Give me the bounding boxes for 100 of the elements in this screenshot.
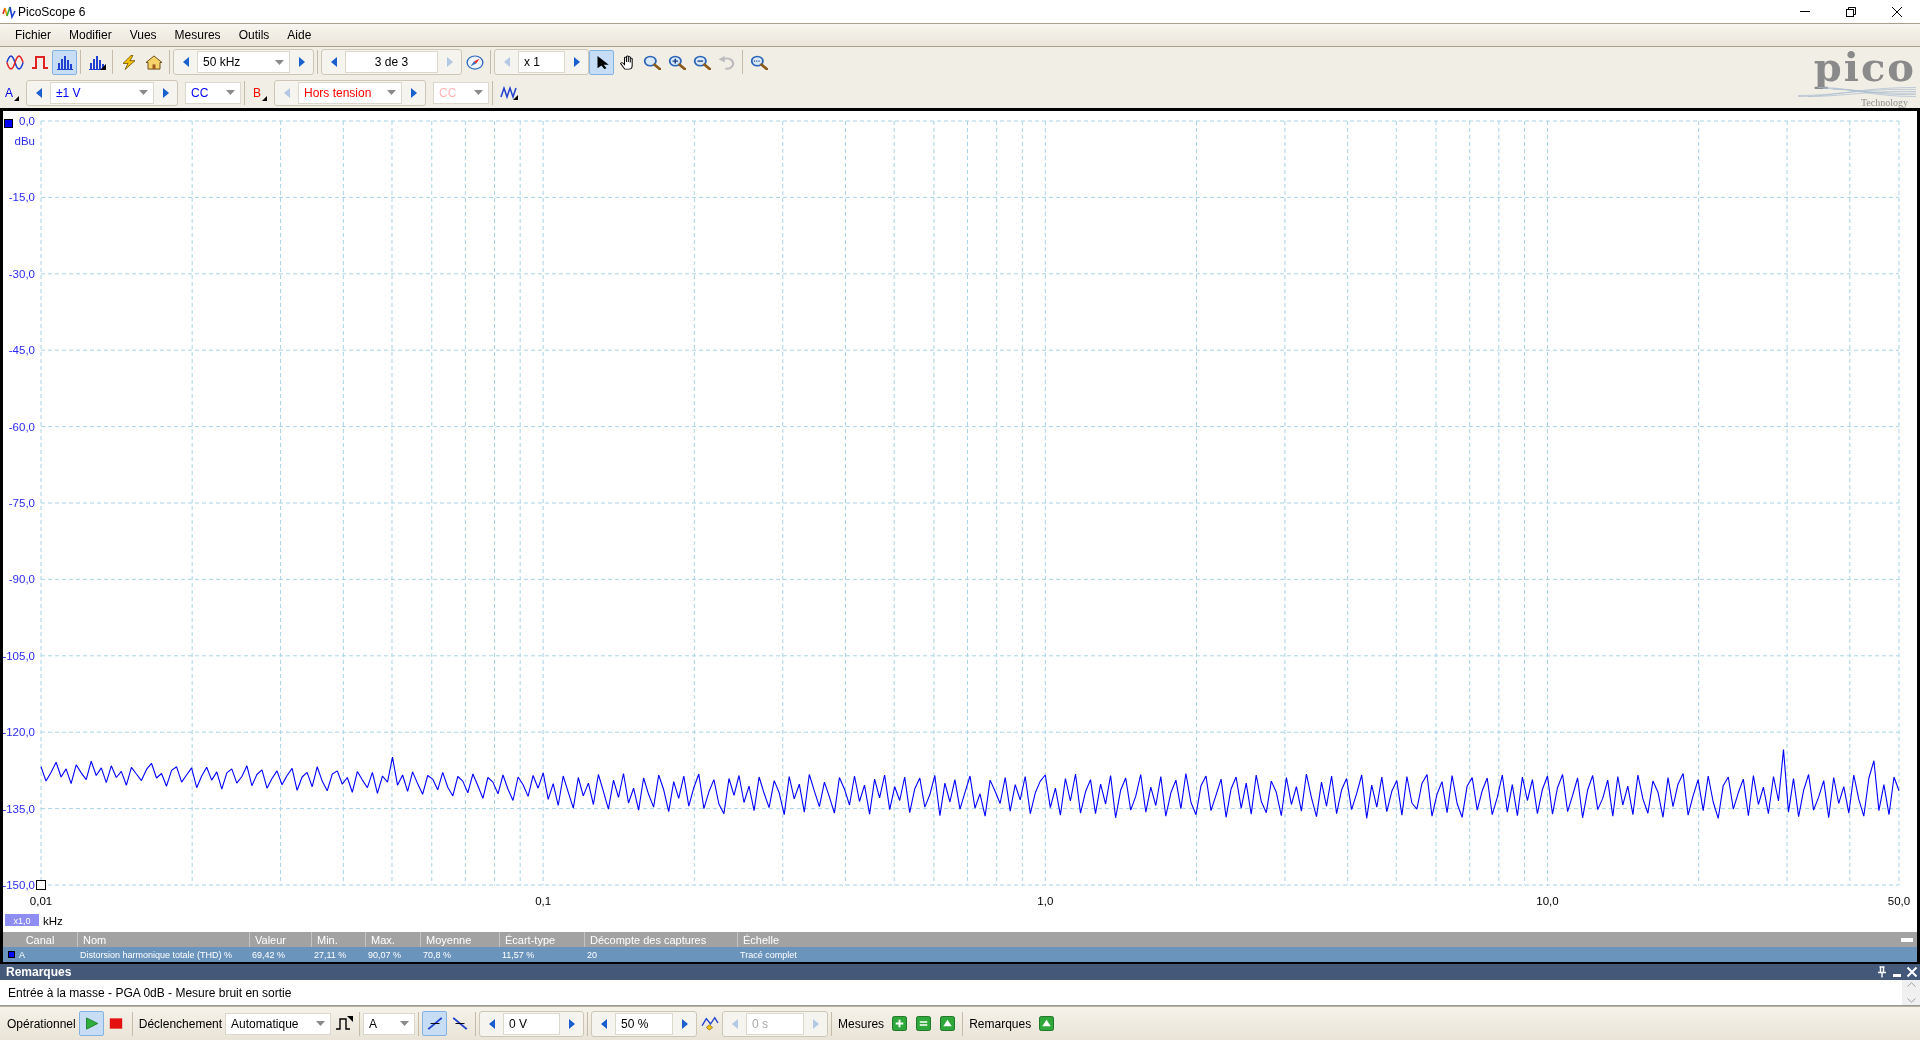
close-panel-button[interactable] xyxy=(1906,966,1918,978)
magnifier-icon xyxy=(749,54,768,70)
dropdown-caret-icon xyxy=(400,1021,410,1026)
up-chevron-icon xyxy=(1906,982,1916,987)
threshold-field[interactable]: 0 V xyxy=(503,1012,561,1035)
trigger-mode-dropdown[interactable]: Automatique xyxy=(225,1012,332,1035)
y-axis-label: -75,0 xyxy=(8,497,35,509)
close-icon xyxy=(1892,6,1902,17)
table-cell: 69,42 % xyxy=(252,949,286,960)
left-caret-icon xyxy=(330,57,337,67)
capture-index-field[interactable]: 3 de 3 xyxy=(345,51,438,73)
y-axis-label: -30,0 xyxy=(8,267,35,280)
plus-icon xyxy=(891,1016,907,1031)
logo-wordmark: pico xyxy=(1813,47,1916,87)
corner-triangle-icon xyxy=(14,95,19,101)
column-header: Max. xyxy=(371,933,395,946)
left-caret-icon xyxy=(35,87,42,98)
channel-button[interactable]: A xyxy=(0,79,26,106)
input-range-dropdown[interactable]: Hors tension xyxy=(298,81,402,104)
dropdown-caret-icon xyxy=(387,90,396,95)
spectrum-bars-corner-icon xyxy=(87,54,106,70)
y-axis-label: -105,0 xyxy=(3,649,35,662)
notes-field[interactable]: Entrée à la masse - PGA 0dB - Mesure bruit en sortie xyxy=(0,980,1920,1006)
channel-color-icon xyxy=(4,119,13,128)
trigger-label: Déclenchement xyxy=(137,1016,224,1031)
compass-icon xyxy=(465,54,484,70)
menu-item[interactable]: Vues xyxy=(120,26,166,44)
right-caret-icon xyxy=(681,1018,688,1029)
menu-item[interactable]: Aide xyxy=(278,26,321,44)
left-caret-icon xyxy=(283,87,290,98)
logo-tagline: Technology xyxy=(1860,97,1908,108)
y-axis-label: -150,0 xyxy=(3,879,35,891)
corner-triangle-icon xyxy=(262,95,267,101)
run-status-label: Opérationnel xyxy=(6,1016,77,1031)
pre-trigger-field[interactable]: 50 % xyxy=(615,1012,674,1035)
column-header: Canal xyxy=(25,933,55,946)
right-caret-icon xyxy=(568,1018,575,1029)
menu-item[interactable]: Fichier xyxy=(6,26,60,44)
magnifier-icon xyxy=(642,54,661,70)
x-zoom-badge: x1,0 xyxy=(5,914,39,926)
y-axis-label: -15,0 xyxy=(8,191,35,204)
channel-color-icon xyxy=(8,951,15,958)
dropdown-caret-icon xyxy=(139,90,148,95)
table-cell: 20 xyxy=(587,949,597,960)
minus-icon xyxy=(1901,937,1913,942)
menu-item[interactable]: Modifier xyxy=(60,26,121,44)
minimize-icon xyxy=(1893,974,1901,977)
y-axis-label: 0,0 xyxy=(19,115,35,127)
x-axis-label: 1,0 xyxy=(1037,895,1054,907)
undo-icon xyxy=(717,54,736,70)
spectrum-mode-button[interactable] xyxy=(52,49,77,75)
close-icon xyxy=(1906,966,1918,978)
x-axis-label: 0,01 xyxy=(29,895,53,907)
square-handle-icon[interactable] xyxy=(36,880,46,890)
spectrum-bars-icon xyxy=(55,54,74,70)
x-axis-label: 50,0 xyxy=(1887,895,1911,907)
dropdown-caret-icon xyxy=(226,90,235,95)
right-caret-icon xyxy=(410,87,417,98)
zoom-out-icon xyxy=(692,54,711,70)
run-button[interactable] xyxy=(78,1011,104,1036)
column-header: Échelle xyxy=(743,933,780,946)
left-caret-icon xyxy=(488,1018,495,1029)
minimize-icon xyxy=(1800,11,1810,12)
coupling-dropdown[interactable]: CC xyxy=(185,81,241,104)
y-axis-label: -45,0 xyxy=(8,344,35,357)
right-caret-icon xyxy=(573,57,580,67)
equals-icon xyxy=(915,1016,931,1031)
table-cell: 70,8 % xyxy=(423,949,452,960)
sine-wave-icon xyxy=(5,54,24,70)
y-axis-label: -60,0 xyxy=(8,420,35,433)
house-icon xyxy=(144,54,163,70)
pin-button[interactable] xyxy=(1876,966,1888,978)
y-axis-label: -90,0 xyxy=(8,573,35,586)
trigger-source-dropdown[interactable]: A xyxy=(363,1012,416,1035)
y-unit-label: dBu xyxy=(14,135,35,147)
pin-icon xyxy=(1876,966,1888,978)
panel-title: Remarques xyxy=(6,965,72,979)
y-axis-label: -120,0 xyxy=(3,726,35,739)
hand-icon xyxy=(617,54,636,70)
left-caret-icon xyxy=(182,57,189,67)
input-range-dropdown[interactable]: ±1 V xyxy=(50,81,154,104)
rising-edge-button[interactable] xyxy=(422,1011,448,1036)
x-axis-label: 10,0 xyxy=(1536,895,1559,907)
zoom-factor-field[interactable]: x 1 xyxy=(518,51,565,73)
table-cell: Distorsion harmonique totale (THD) % xyxy=(80,949,233,960)
frequency-range-dropdown[interactable]: 50 kHz xyxy=(197,51,290,73)
y-axis-label: -135,0 xyxy=(3,802,35,815)
falling-edge-icon xyxy=(450,1016,469,1031)
dropdown-caret-icon xyxy=(316,1021,326,1026)
table-cell: 27,11 % xyxy=(314,949,347,960)
right-caret-icon xyxy=(298,57,305,67)
down-chevron-icon xyxy=(1906,998,1916,1003)
vertical-scrollbar[interactable] xyxy=(1902,980,1920,1005)
square-pulse-icon xyxy=(30,54,49,70)
pointer-tool-button[interactable] xyxy=(589,49,614,75)
menu-item[interactable]: Mesures xyxy=(165,26,230,44)
table-cell: A xyxy=(19,949,25,960)
window-title: PicoScope 6 xyxy=(18,4,86,19)
menu-item[interactable]: Outils xyxy=(229,26,279,44)
column-header: Écart-type xyxy=(505,933,556,946)
